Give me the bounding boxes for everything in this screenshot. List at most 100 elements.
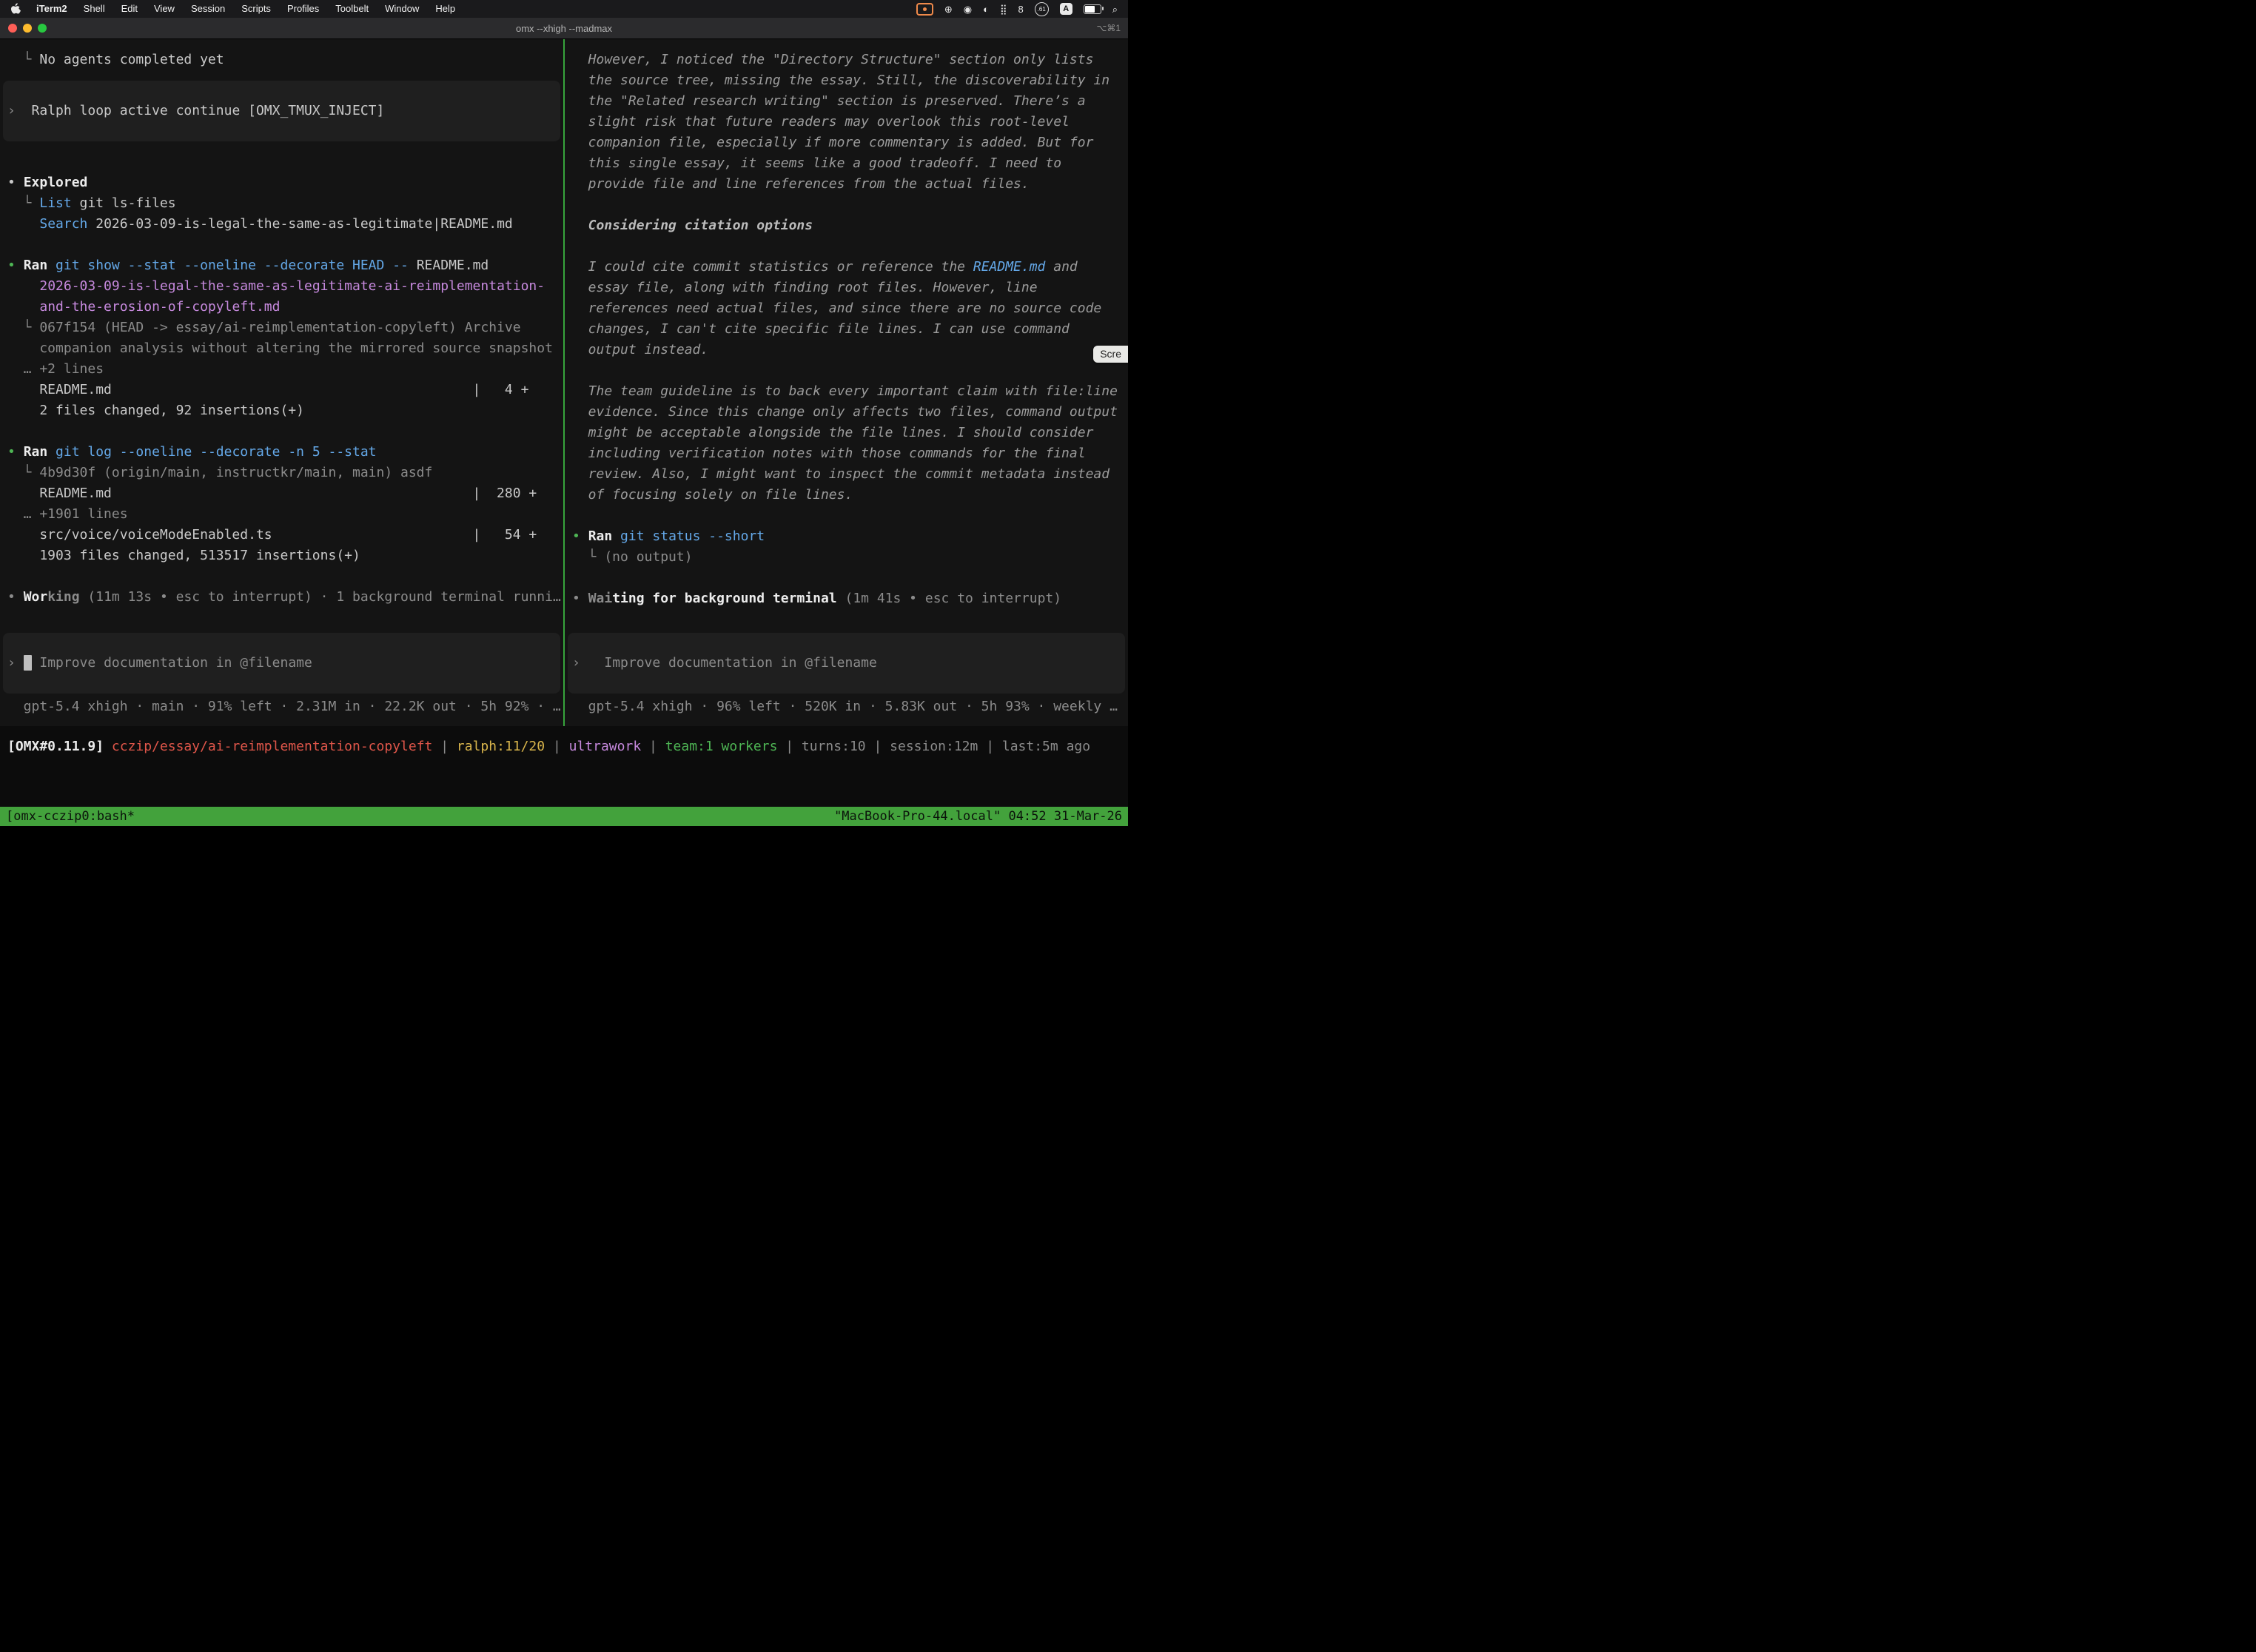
- right-pane-bottom: › Improve documentation in @filename gpt…: [565, 633, 1128, 726]
- terminal-line: └ List git ls-files: [0, 193, 563, 214]
- menu-item-profiles[interactable]: Profiles: [279, 3, 327, 14]
- terminal-line: might be acceptable alongside the file l…: [565, 423, 1128, 443]
- terminal-line: companion file, especially if more comme…: [565, 132, 1128, 153]
- menu-item-help[interactable]: Help: [427, 3, 463, 14]
- text-segment: [80, 589, 88, 605]
- window-shortcut-badge: ⌥⌘1: [1096, 23, 1128, 33]
- search-icon[interactable]: ⌕: [1112, 4, 1118, 14]
- apple-logo-icon: [10, 3, 21, 15]
- text-segment: •: [7, 444, 24, 460]
- blank-line: [565, 506, 1128, 526]
- text-segment: 2026-03-09-is-legal-the-same-as-legitima…: [39, 278, 545, 294]
- window-title-bar[interactable]: omx --xhigh --madmax ⌥⌘1: [0, 18, 1128, 39]
- terminal-line: └ 067f154 (HEAD -> essay/ai-reimplementa…: [0, 318, 563, 338]
- text-segment: ›: [7, 655, 24, 671]
- text-segment: ›: [572, 655, 604, 671]
- text-segment: team:1 workers: [665, 739, 778, 754]
- text-segment: src/voice/voiceModeEnabled.ts | 54 +: [7, 527, 537, 543]
- terminal-line: README.md | 280 +: [0, 483, 563, 504]
- blank-line: [565, 360, 1128, 381]
- blank-line: [0, 566, 563, 587]
- screen: iTerm2ShellEditViewSessionScriptsProfile…: [0, 0, 1128, 826]
- text-segment: references need actual files, and since …: [572, 300, 1101, 316]
- text-segment: └ (no output): [572, 549, 693, 565]
- terminal-line: the source tree, missing the essay. Stil…: [565, 70, 1128, 91]
- text-segment: Wai: [588, 591, 613, 606]
- menu-left: iTerm2ShellEditViewSessionScriptsProfile…: [0, 0, 463, 18]
- menu-item-window[interactable]: Window: [377, 3, 427, 14]
- input-source-icon[interactable]: A: [1060, 3, 1072, 15]
- keycap-8-icon[interactable]: 8: [1018, 4, 1023, 14]
- below-panes-area: [OMX#0.11.9] cczip/essay/ai-reimplementa…: [0, 726, 1128, 807]
- text-segment: [837, 591, 845, 606]
- window-title: omx --xhigh --madmax: [0, 23, 1128, 34]
- left-terminal-pane[interactable]: └ No agents completed yet › Ralph loop ac…: [0, 39, 563, 726]
- text-segment: review. Also, I might want to inspect th…: [572, 466, 1109, 482]
- terminal-line: gpt-5.4 xhigh · 96% left · 520K in · 5.8…: [565, 696, 1128, 717]
- text-segment: └: [7, 52, 39, 67]
- prompt-input-box[interactable]: › Improve documentation in @filename: [568, 633, 1125, 694]
- terminal-line: • Ran git log --oneline --decorate -n 5 …: [0, 442, 563, 463]
- terminal-line: of focusing solely on file lines.: [565, 485, 1128, 506]
- menu-item-session[interactable]: Session: [183, 3, 233, 14]
- menu-item-edit[interactable]: Edit: [113, 3, 146, 14]
- text-segment: Improve documentation in @filename: [604, 655, 876, 671]
- battery-icon[interactable]: [1084, 4, 1101, 14]
- right-terminal-pane[interactable]: However, I noticed the "Directory Struct…: [565, 39, 1128, 726]
- globe-icon[interactable]: ⊕: [944, 4, 953, 14]
- menu-item-view[interactable]: View: [146, 3, 183, 14]
- text-segment: the "Related research writing" section i…: [572, 93, 1086, 109]
- terminal-line: The team guideline is to back every impo…: [565, 381, 1128, 402]
- terminal-line: └ 4b9d30f (origin/main, instructkr/main,…: [0, 463, 563, 483]
- text-segment: |: [777, 739, 802, 754]
- text-segment: 2026-03-09-is-legal-the-same-as-legitima…: [87, 216, 512, 232]
- text-segment: session:12m: [890, 739, 978, 754]
- text-segment: [OMX#0.11.9]: [7, 739, 112, 754]
- terminal-line: essay file, along with finding root file…: [565, 278, 1128, 298]
- text-segment: of focusing solely on file lines.: [572, 487, 853, 503]
- spray-icon[interactable]: ◉: [964, 4, 972, 14]
- text-segment: |: [432, 739, 457, 754]
- text-segment: Ralph loop active continue [OMX_TMUX_INJ…: [32, 103, 385, 118]
- shield-icon[interactable]: ◐: [983, 4, 989, 14]
- menu-item-scripts[interactable]: Scripts: [233, 3, 279, 14]
- text-segment: git show --stat --oneline --decorate HEA…: [56, 258, 417, 273]
- grid-icon[interactable]: ⣿: [1000, 4, 1007, 14]
- text-segment: gpt-5.4 xhigh · 96% left · 520K in · 5.8…: [572, 699, 1118, 714]
- text-segment: Considering citation options: [572, 218, 813, 233]
- terminal-line: provide file and line references from th…: [565, 174, 1128, 195]
- terminal-line: 2 files changed, 92 insertions(+): [0, 400, 563, 421]
- apple-menu-icon[interactable]: [0, 3, 28, 15]
- text-segment: |: [978, 739, 1002, 754]
- text-segment: evidence. Since this change only affects…: [572, 404, 1118, 420]
- text-segment: List: [39, 195, 71, 211]
- menu-item-toolbelt[interactable]: Toolbelt: [327, 3, 377, 14]
- menu-item-shell[interactable]: Shell: [75, 3, 113, 14]
- text-segment: essay file, along with finding root file…: [572, 280, 1038, 295]
- battery-percent-icon[interactable]: .61: [1035, 2, 1049, 16]
- queued-message-box[interactable]: › Ralph loop active continue [OMX_TMUX_I…: [3, 81, 560, 141]
- blank-line: [0, 235, 563, 255]
- text-segment: might be acceptable alongside the file l…: [572, 425, 1093, 440]
- tmux-host-clock: "MacBook-Pro-44.local" 04:52 31-Mar-26: [834, 809, 1122, 824]
- text-segment: king: [47, 589, 79, 605]
- terminal-line: including verification notes with those …: [565, 443, 1128, 464]
- text-segment: README.md: [973, 259, 1046, 275]
- menu-item-iterm2[interactable]: iTerm2: [28, 3, 75, 14]
- terminal-line: However, I noticed the "Directory Struct…: [565, 50, 1128, 70]
- text-segment: Ran: [588, 528, 613, 544]
- terminal-line: src/voice/voiceModeEnabled.ts | 54 +: [0, 525, 563, 545]
- terminal-line: and-the-erosion-of-copyleft.md: [0, 297, 563, 318]
- battery-tip: [1102, 7, 1104, 10]
- text-segment: The team guideline is to back every impo…: [572, 383, 1118, 399]
- terminal-line: └ (no output): [565, 547, 1128, 568]
- screen-recording-indicator[interactable]: [916, 3, 933, 16]
- prompt-input-box[interactable]: › Improve documentation in @filename: [3, 633, 560, 694]
- tmux-status-bar: [omx-cczip0:bash* "MacBook-Pro-44.local"…: [0, 807, 1128, 826]
- text-segment: provide file and line references from th…: [572, 176, 1030, 192]
- terminal-line: └ No agents completed yet: [0, 50, 563, 70]
- terminal-line: … +1901 lines: [0, 504, 563, 525]
- text-segment: git log --oneline --decorate -n 5 --stat: [56, 444, 376, 460]
- screen-share-button[interactable]: Scre: [1093, 346, 1128, 363]
- battery-fill: [1085, 6, 1095, 13]
